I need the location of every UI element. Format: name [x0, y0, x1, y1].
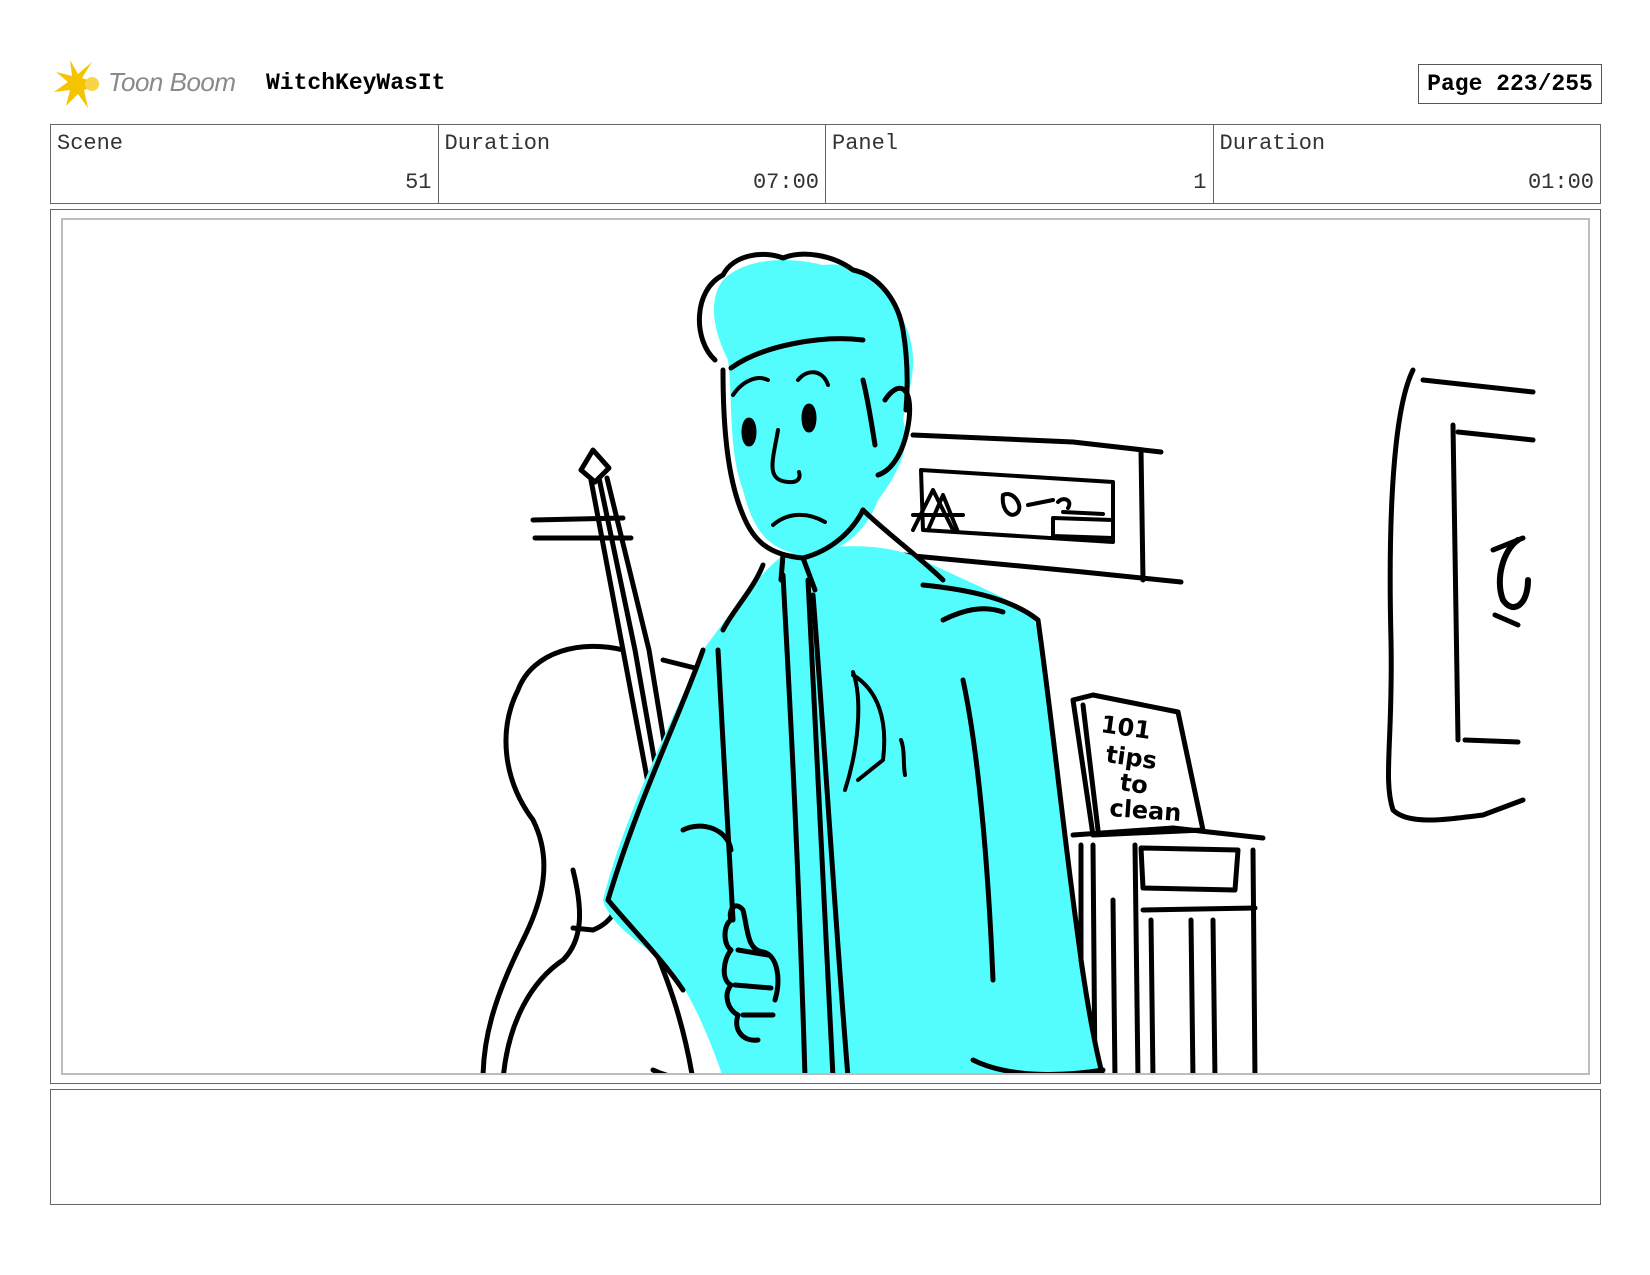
panel-label: Panel [832, 131, 899, 156]
wall-picture-sketch [900, 432, 1184, 585]
side-table-sketch [1070, 692, 1266, 1073]
right-frame-sketch [1385, 367, 1536, 823]
character-body-fill [603, 546, 1104, 1073]
panel-duration-value: 01:00 [1527, 170, 1594, 195]
scene-duration-cell: Duration 07:00 [439, 125, 826, 203]
panel-duration-label: Duration [1219, 131, 1326, 156]
scene-duration-label: Duration [444, 131, 551, 156]
scene-value: 51 [405, 170, 432, 195]
scene-duration-value: 07:00 [752, 170, 819, 195]
toon-boom-logo: Toon Boom [52, 58, 247, 110]
logo-wordmark: Toon Boom [108, 67, 236, 97]
scene-info-row: Scene 51 Duration 07:00 Panel 1 Duration… [50, 124, 1601, 204]
book-cover-text: 101 tips to clean [1099, 710, 1182, 827]
starburst-icon [54, 60, 100, 108]
storyboard-panel-frame: 101 tips to clean [50, 209, 1601, 1084]
project-title: WitchKeyWasIt [266, 70, 446, 96]
panel-notes-box[interactable] [50, 1089, 1601, 1205]
panel-duration-cell: Duration 01:00 [1214, 125, 1601, 203]
scene-label: Scene [57, 131, 124, 156]
storyboard-panel-image: 101 tips to clean [61, 218, 1590, 1075]
page-indicator: Page 223/255 [1418, 64, 1602, 104]
panel-cell: Panel 1 [826, 125, 1214, 203]
panel-value: 1 [1193, 170, 1207, 195]
book-text-line-4: clean [1109, 794, 1183, 827]
scene-cell: Scene 51 [51, 125, 439, 203]
